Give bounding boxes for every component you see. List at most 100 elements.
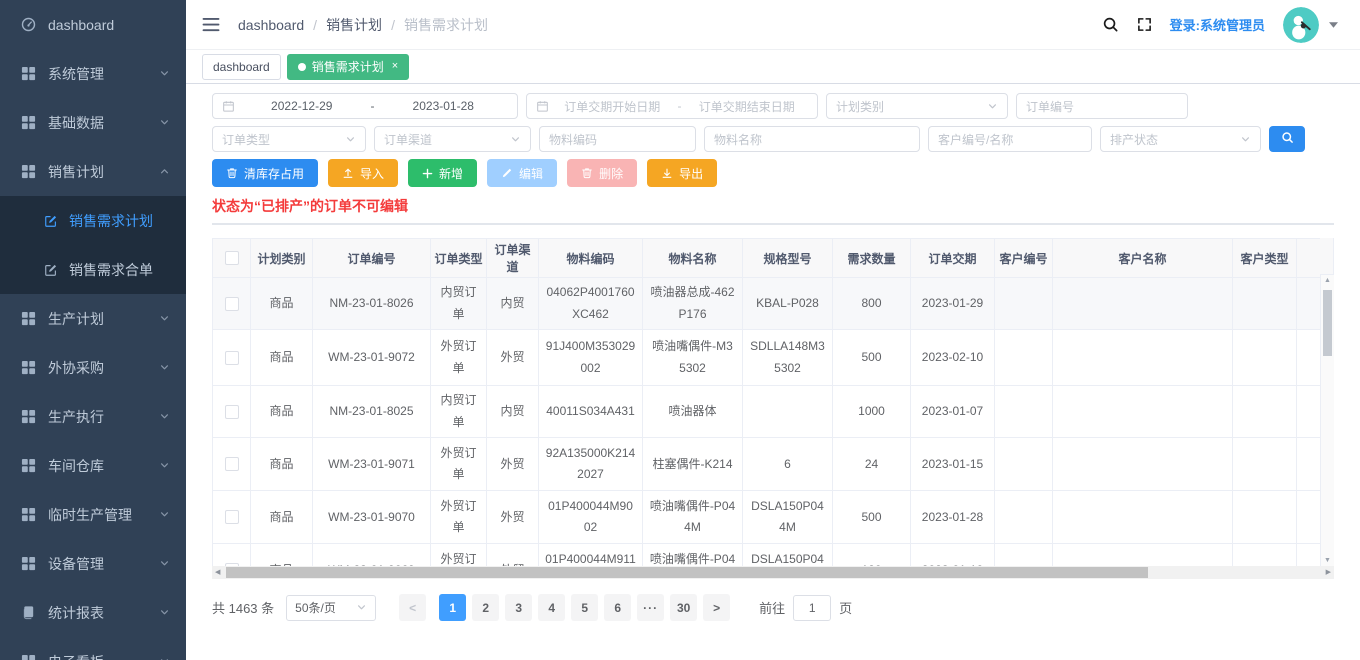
sidebar-item-5[interactable]: 外协采购 [0, 343, 186, 392]
filter-row2-select-0[interactable]: 订单类型 [212, 126, 366, 152]
cell-matCode: 40011S034A431 [539, 386, 643, 438]
filter-search-button[interactable] [1269, 126, 1305, 152]
table-row-4: 商品WM-23-01-9070外贸订单外贸01P400044M9002喷油嘴偶件… [213, 491, 1321, 544]
sidebar-item-8[interactable]: 临时生产管理 [0, 490, 186, 539]
page-button-4[interactable]: 4 [538, 594, 565, 621]
page-button-6[interactable]: 6 [604, 594, 631, 621]
trash-icon [226, 167, 238, 179]
toolbar-button-0[interactable]: 清库存占用 [212, 159, 318, 187]
cell-qty: 500 [833, 330, 911, 386]
page-button-5[interactable]: 5 [571, 594, 598, 621]
cell-custNo [995, 544, 1053, 566]
scroll-down-icon[interactable]: ▼ [1321, 557, 1334, 564]
goto-page-input[interactable] [793, 595, 831, 621]
sidebar-item-10[interactable]: 统计报表 [0, 588, 186, 637]
cell-gutter [1297, 330, 1321, 386]
filter-row2-input-3[interactable]: 物料名称 [704, 126, 920, 152]
chevron-down-icon [159, 558, 170, 569]
report-icon [20, 605, 36, 621]
select-all-checkbox[interactable] [225, 251, 239, 265]
cell-custType [1233, 491, 1297, 544]
horizontal-scrollbar[interactable]: ◀ ▶ [212, 566, 1334, 579]
filter-row1-daterange-1[interactable]: 订单交期开始日期-订单交期结束日期 [526, 93, 818, 119]
sidebar-toggle-icon[interactable] [202, 17, 220, 32]
date-end: 2023-01-28 [379, 99, 509, 113]
vertical-scroll-thumb[interactable] [1323, 290, 1332, 356]
tab-close-icon[interactable]: × [392, 61, 398, 72]
row-checkbox[interactable] [225, 297, 239, 311]
cell-matName: 喷油嘴偶件-P044M [643, 491, 743, 544]
cell-orderNo: WM-23-01-9071 [313, 438, 431, 491]
filter-row1-input-3[interactable]: 订单编号 [1016, 93, 1188, 119]
chevron-down-icon [159, 117, 170, 128]
row-checkbox[interactable] [225, 351, 239, 365]
chevron-down-icon [159, 460, 170, 471]
table-header-matName: 物料名称 [643, 239, 743, 278]
toolbar-button-2[interactable]: 新增 [408, 159, 477, 187]
login-user-label[interactable]: 登录:系统管理员 [1170, 15, 1265, 34]
vertical-scrollbar[interactable]: ▲ ▼ [1320, 275, 1334, 566]
table-header-row: 计划类别订单编号订单类型订单渠道物料编码物料名称规格型号需求数量订单交期客户编号… [213, 239, 1321, 278]
cell-dueDate: 2023-01-10 [911, 544, 995, 566]
sidebar-item-1[interactable]: 系统管理 [0, 49, 186, 98]
button-label: 清库存占用 [244, 165, 304, 182]
prev-page-button[interactable]: < [399, 594, 426, 621]
page-button-1[interactable]: 1 [439, 594, 466, 621]
chevron-down-icon [510, 134, 521, 145]
pagination-total: 共 1463 条 [212, 598, 274, 617]
cell-custName [1053, 438, 1233, 491]
button-label: 删除 [599, 165, 623, 182]
chevron-down-icon[interactable] [1329, 22, 1338, 28]
sidebar-item-6[interactable]: 生产执行 [0, 392, 186, 441]
tab-0[interactable]: dashboard [202, 54, 281, 80]
sidebar-item-4[interactable]: 生产计划 [0, 294, 186, 343]
horizontal-scroll-thumb[interactable] [226, 567, 1148, 578]
cell-channel: 外贸 [487, 330, 539, 386]
sidebar-item-0[interactable]: dashboard [0, 0, 186, 49]
cell-dueDate: 2023-01-07 [911, 386, 995, 438]
sidebar-item-2[interactable]: 基础数据 [0, 98, 186, 147]
filter-row2-select-5[interactable]: 排产状态 [1100, 126, 1261, 152]
filter-row1-daterange-0[interactable]: 2022-12-29-2023-01-28 [212, 93, 518, 119]
scroll-right-icon[interactable]: ▶ [1326, 568, 1331, 576]
next-page-button[interactable]: > [703, 594, 730, 621]
pagination-ellipsis[interactable]: ··· [637, 594, 664, 621]
row-checkbox[interactable] [225, 510, 239, 524]
grid-icon [20, 311, 36, 327]
sidebar-submenu: 销售需求计划销售需求合单 [0, 196, 186, 294]
sidebar-item-11[interactable]: 电子看板 [0, 637, 186, 660]
filter-row2-input-4[interactable]: 客户编号/名称 [928, 126, 1092, 152]
calendar-icon [536, 100, 549, 113]
breadcrumb-item-0[interactable]: dashboard [238, 17, 304, 33]
sidebar-subitem-3-1[interactable]: 销售需求合单 [0, 245, 186, 294]
table-header-orderNo: 订单编号 [313, 239, 431, 278]
plus-icon [422, 168, 433, 179]
fullscreen-icon[interactable] [1137, 17, 1152, 32]
tab-1[interactable]: 销售需求计划× [287, 54, 409, 80]
search-icon[interactable] [1102, 16, 1119, 33]
breadcrumb-item-1[interactable]: 销售计划 [326, 15, 382, 35]
sidebar-item-3[interactable]: 销售计划 [0, 147, 186, 196]
sidebar-subitem-3-0[interactable]: 销售需求计划 [0, 196, 186, 245]
page-size-select[interactable]: 50条/页 [286, 595, 376, 621]
toolbar-button-1[interactable]: 导入 [328, 159, 398, 187]
cell-spec [743, 386, 833, 438]
sidebar-item-label: 统计报表 [48, 603, 104, 623]
page-button-3[interactable]: 3 [505, 594, 532, 621]
page-button-30[interactable]: 30 [670, 594, 697, 621]
row-checkbox[interactable] [225, 405, 239, 419]
scroll-left-icon[interactable]: ◀ [215, 568, 220, 576]
sidebar-item-7[interactable]: 车间仓库 [0, 441, 186, 490]
avatar[interactable] [1283, 7, 1319, 43]
page-button-2[interactable]: 2 [472, 594, 499, 621]
cell-check [213, 278, 251, 330]
filter-row2-select-1[interactable]: 订单渠道 [374, 126, 531, 152]
filter-row1-select-2[interactable]: 计划类别 [826, 93, 1008, 119]
scroll-up-icon[interactable]: ▲ [1321, 277, 1334, 284]
toolbar-button-5[interactable]: 导出 [647, 159, 717, 187]
cell-dueDate: 2023-01-29 [911, 278, 995, 330]
sidebar-item-9[interactable]: 设备管理 [0, 539, 186, 588]
row-checkbox[interactable] [225, 457, 239, 471]
filter-row2-input-2[interactable]: 物料编码 [539, 126, 696, 152]
sidebar-item-label: dashboard [48, 17, 114, 33]
